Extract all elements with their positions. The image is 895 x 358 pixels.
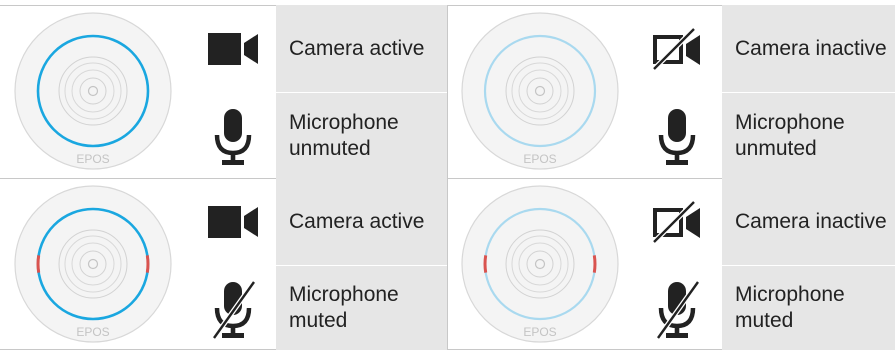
device-illustration: EPOS	[461, 12, 619, 170]
brand-logo: EPOS	[523, 325, 556, 339]
brand-logo: EPOS	[523, 152, 556, 166]
mute-indicator	[36, 255, 41, 273]
microphone-status-label: Microphone muted	[276, 266, 447, 350]
camera-status-label: Camera active	[276, 178, 447, 265]
brand-logo: EPOS	[76, 152, 109, 166]
device-camera-inactive-muted: EPOS	[452, 178, 632, 353]
device-camera-active-unmuted: EPOS	[5, 5, 185, 180]
device-illustration: EPOS	[461, 185, 619, 343]
brand-logo: EPOS	[76, 325, 109, 339]
camera-status-label: Camera inactive	[722, 5, 895, 92]
camera-icon	[195, 178, 271, 265]
device-illustration: EPOS	[14, 185, 172, 343]
microphone-status-label: Microphone unmuted	[722, 93, 895, 179]
camera-icon	[195, 5, 271, 92]
camera-off-icon	[639, 178, 715, 265]
camera-status-label: Camera inactive	[722, 178, 895, 265]
microphone-muted-icon	[639, 266, 715, 353]
microphone-status-label: Microphone unmuted	[276, 93, 447, 179]
microphone-status-label: Microphone muted	[722, 266, 895, 350]
microphone-icon	[639, 93, 715, 180]
device-illustration: EPOS	[14, 12, 172, 170]
camera-off-icon	[639, 5, 715, 92]
microphone-icon	[195, 93, 271, 180]
mute-indicator	[483, 255, 488, 273]
microphone-muted-icon	[195, 266, 271, 353]
camera-status-label: Camera active	[276, 5, 447, 92]
device-camera-active-muted: EPOS	[5, 178, 185, 353]
device-camera-inactive-unmuted: EPOS	[452, 5, 632, 180]
mute-indicator	[592, 255, 597, 273]
mute-indicator	[145, 255, 150, 273]
grid-divider	[447, 5, 448, 350]
